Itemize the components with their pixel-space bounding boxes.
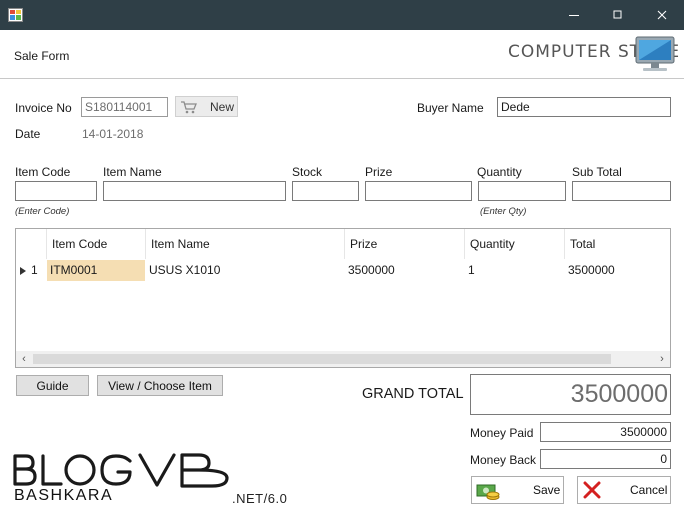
grid-cell-item-code[interactable]: ITM0001 xyxy=(47,260,145,281)
app-icon[interactable] xyxy=(8,8,23,22)
blogvb-logo xyxy=(12,452,232,490)
subtotal-input[interactable] xyxy=(572,181,671,201)
quantity-input[interactable] xyxy=(478,181,566,201)
cancel-button[interactable]: Cancel xyxy=(577,476,671,504)
form-title: Sale Form xyxy=(14,49,70,63)
row-number: 1 xyxy=(31,263,38,277)
grid-header-prize[interactable]: Prize xyxy=(345,229,465,259)
grand-total-value: 3500000 xyxy=(470,374,671,415)
scroll-right-icon[interactable]: › xyxy=(654,351,670,367)
new-button[interactable]: New xyxy=(175,96,238,117)
money-back-label: Money Back xyxy=(470,453,537,467)
cancel-x-icon xyxy=(583,481,601,499)
brand-subtitle: BASHKARA xyxy=(14,487,114,504)
grid-header-item-name[interactable]: Item Name xyxy=(146,229,345,259)
subtotal-label: Sub Total xyxy=(572,165,622,179)
prize-label: Prize xyxy=(365,165,393,179)
horizontal-scrollbar[interactable]: ‹ › xyxy=(16,351,670,367)
minimize-button[interactable] xyxy=(552,0,596,30)
save-button-label: Save xyxy=(533,483,561,497)
minimize-icon xyxy=(569,15,579,16)
guide-button[interactable]: Guide xyxy=(16,375,89,396)
quantity-hint: (Enter Qty) xyxy=(480,206,527,217)
table-row[interactable]: 1 xyxy=(16,260,47,281)
close-button[interactable] xyxy=(640,0,684,30)
money-paid-input[interactable]: 3500000 xyxy=(540,422,671,442)
brand-net-version: .NET/6.0 xyxy=(232,491,288,506)
grid-cell-quantity[interactable]: 1 xyxy=(465,260,565,281)
cancel-button-label: Cancel xyxy=(630,483,668,497)
new-button-label: New xyxy=(210,99,235,114)
buyer-name-label: Buyer Name xyxy=(417,101,484,115)
monitor-icon xyxy=(633,35,677,75)
maximize-icon xyxy=(613,10,622,19)
grid-cell-total[interactable]: 3500000 xyxy=(565,260,670,281)
invoice-number-field[interactable]: S180114001 xyxy=(81,97,168,117)
prize-input[interactable] xyxy=(365,181,472,201)
grid-header-item-code[interactable]: Item Code xyxy=(47,229,146,259)
grid-header-total[interactable]: Total xyxy=(565,229,670,259)
scroll-thumb[interactable] xyxy=(33,354,611,364)
scroll-left-icon[interactable]: ‹ xyxy=(16,351,32,367)
date-label: Date xyxy=(15,127,41,141)
grid-cell-item-name[interactable]: USUS X1010 xyxy=(146,260,345,281)
row-pointer-icon xyxy=(20,266,26,275)
item-name-input[interactable] xyxy=(103,181,286,201)
quantity-label: Quantity xyxy=(477,165,522,179)
items-grid[interactable]: Item Code Item Name Prize Quantity Total… xyxy=(15,228,671,368)
grid-header-quantity[interactable]: Quantity xyxy=(465,229,565,259)
view-choose-item-button[interactable]: View / Choose Item xyxy=(97,375,223,396)
row-header-column xyxy=(16,229,47,259)
money-back-field[interactable]: 0 xyxy=(540,449,671,469)
header-divider xyxy=(0,78,684,79)
save-button[interactable]: Save xyxy=(471,476,564,504)
cart-icon xyxy=(181,100,197,113)
maximize-button[interactable] xyxy=(596,0,640,30)
grid-cell-prize[interactable]: 3500000 xyxy=(345,260,465,281)
buyer-name-field[interactable]: Dede xyxy=(497,97,671,117)
item-code-label: Item Code xyxy=(15,165,71,179)
stock-label: Stock xyxy=(292,165,323,179)
money-paid-label: Money Paid xyxy=(470,426,534,440)
item-code-hint: (Enter Code) xyxy=(15,206,70,217)
stock-input[interactable] xyxy=(292,181,359,201)
invoice-label: Invoice No xyxy=(15,101,72,115)
item-name-label: Item Name xyxy=(103,165,162,179)
close-icon xyxy=(657,10,667,20)
grand-total-label: GRAND TOTAL xyxy=(362,386,464,402)
save-money-icon xyxy=(476,484,500,500)
item-code-input[interactable] xyxy=(15,181,97,201)
date-value: 14-01-2018 xyxy=(82,127,144,141)
